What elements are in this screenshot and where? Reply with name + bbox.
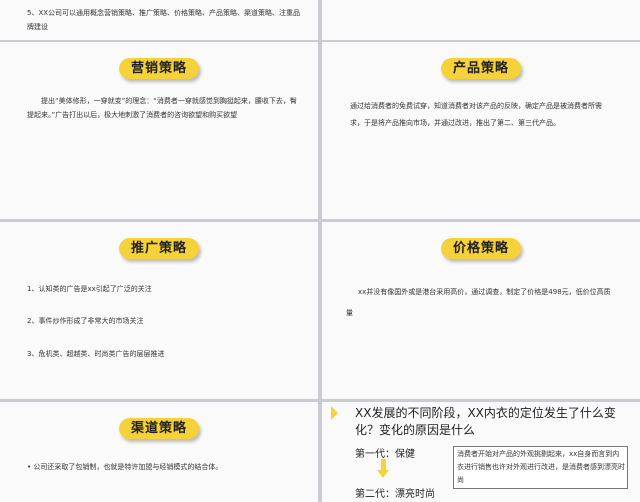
channel-panel: 渠道策略 • 公司还采取了包销制，也就是特许加盟与经销模式的结合体。 xyxy=(0,402,318,502)
product-body: 通过给消费者的免费试穿，知道消费者对该产品的反映，确定产品是被消费者所需求，于是… xyxy=(350,102,602,127)
promotion-title-badge: 推广策略 xyxy=(119,238,199,259)
marketing-title-badge: 营销策略 xyxy=(119,58,199,79)
promotion-item-2: 2、事件炒作形成了非常大的市场关注 xyxy=(27,317,144,325)
top-right-panel xyxy=(322,0,640,40)
price-title-badge: 价格策略 xyxy=(441,238,521,259)
top-left-panel: 5、XX公司可以通用概念营销策略、推广策略、价格策略、产品策略、渠道策略、注重品… xyxy=(0,0,318,40)
product-title-badge: 产品策略 xyxy=(441,58,521,79)
promotion-item-1: 1、认知类的广告是xx引起了广泛的关注 xyxy=(27,285,152,293)
question-title: XX发展的不同阶段，XX内衣的定位发生了什么变化？变化的原因是什么 xyxy=(355,406,616,437)
top-text: 5、XX公司可以通用概念营销策略、推广策略、价格策略、产品策略、渠道策略、注重品… xyxy=(27,9,301,31)
marketing-panel: 营销策略 提出“美体修形，一穿就变”的理念：“消费者一穿就感觉到胸挺起来，腰收下… xyxy=(0,42,318,219)
channel-body: • 公司还采取了包销制，也就是特许加盟与经销模式的结合体。 xyxy=(27,463,223,471)
price-body: xx并没有像国外或是港台采用高价，通过调查，制定了价格是498元，低价位高质量 xyxy=(346,288,611,317)
arrow-down-head-icon xyxy=(377,470,389,478)
channel-title-badge: 渠道策略 xyxy=(119,418,199,439)
promotion-item-3: 3、危机类、超越类、时尚类广告的层层推进 xyxy=(27,350,165,358)
bullet-marker-icon xyxy=(331,406,345,420)
price-panel: 价格策略 xx并没有像国外或是港台采用高价，通过调查，制定了价格是498元，低价… xyxy=(322,222,640,399)
answer-note-box: 消费者开始对产品的外观挑剔起来，xx自身而言到内衣进行销售也许对外观进行改进，是… xyxy=(453,446,628,489)
promotion-panel: 推广策略 1、认知类的广告是xx引起了广泛的关注 2、事件炒作形成了非常大的市场… xyxy=(0,222,318,399)
slide-grid: 5、XX公司可以通用概念营销策略、推广策略、价格策略、产品策略、渠道策略、注重品… xyxy=(0,0,640,502)
marketing-body: 提出“美体修形，一穿就变”的理念：“消费者一穿就感觉到胸挺起来，腰收下去，臀提起… xyxy=(27,97,297,119)
generation-1-label: 第一代：保健 xyxy=(355,449,415,460)
product-panel: 产品策略 通过给消费者的免费试穿，知道消费者对该产品的反映，确定产品是被消费者所… xyxy=(322,42,640,219)
generation-2-label: 第二代：漂亮时尚 xyxy=(355,489,435,500)
